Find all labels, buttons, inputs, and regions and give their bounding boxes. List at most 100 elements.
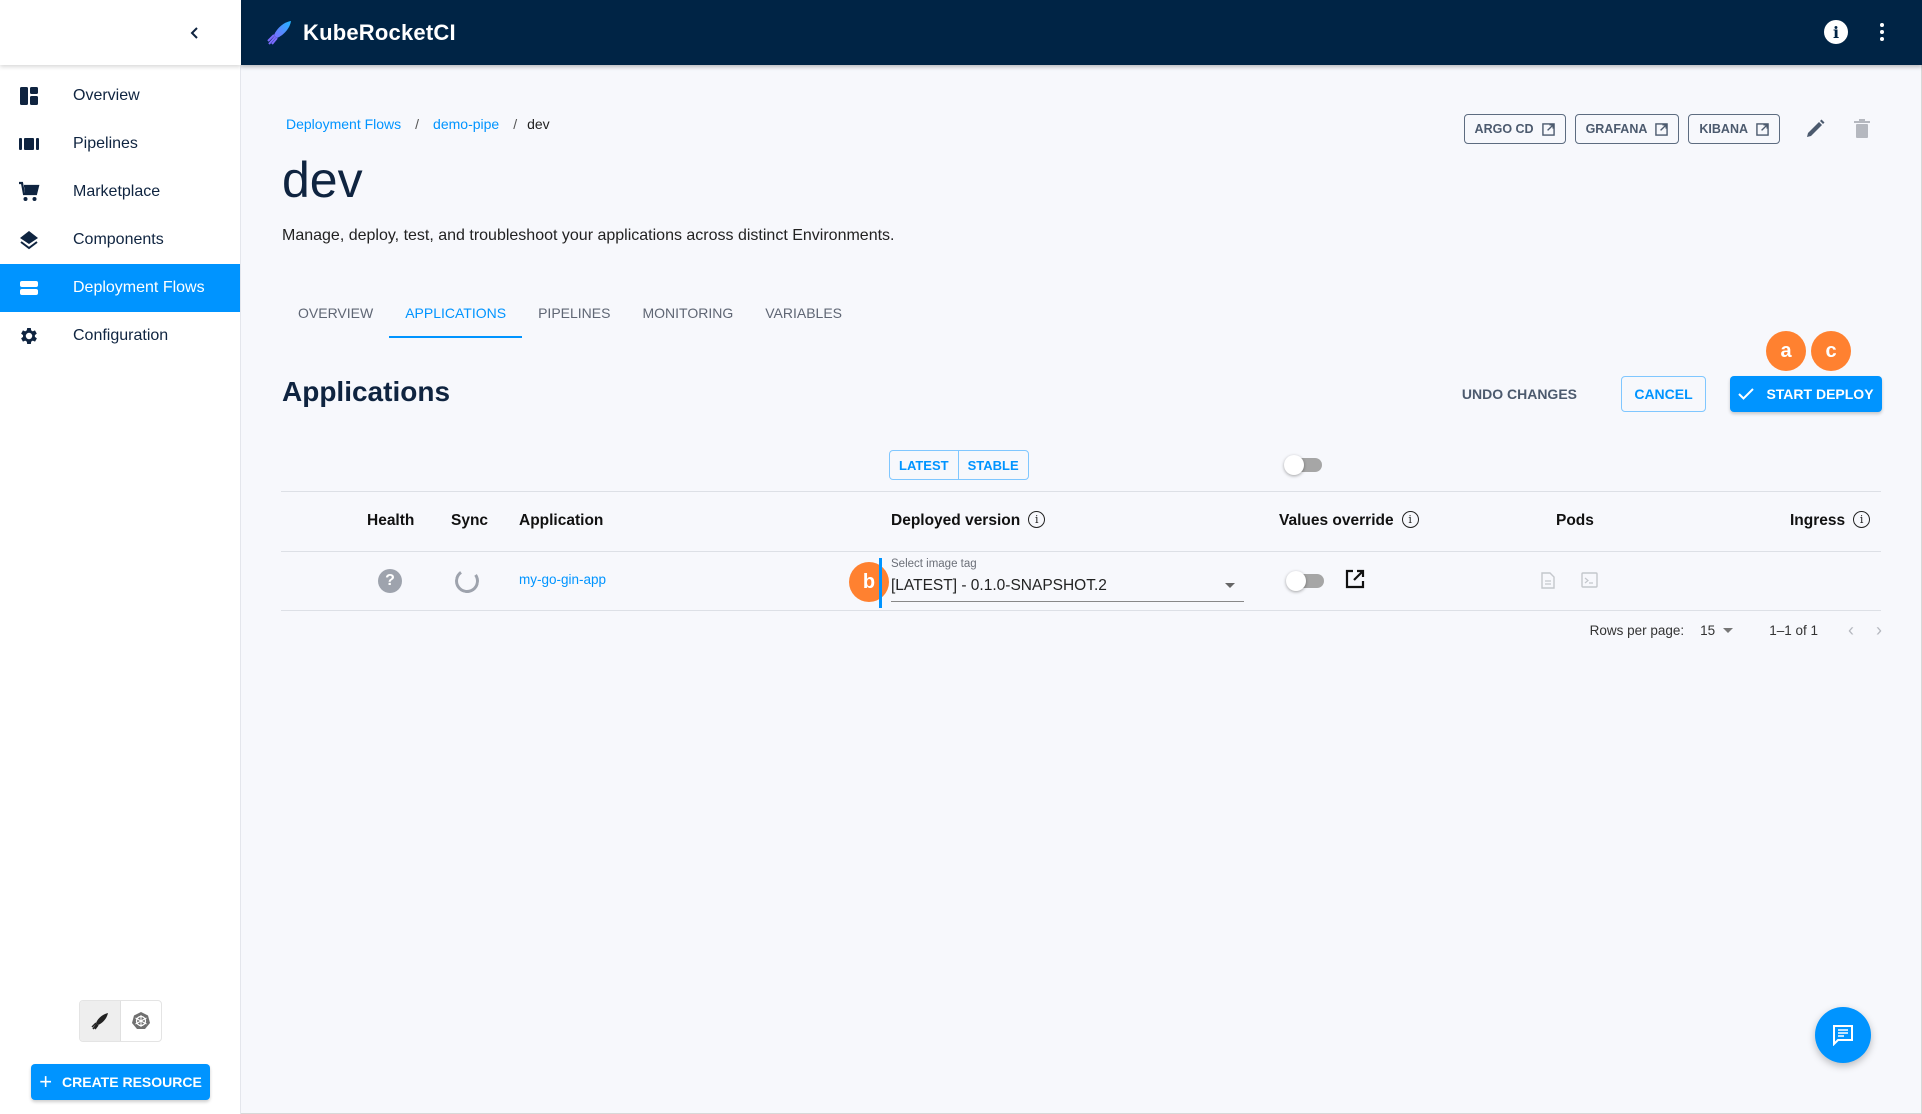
applications-heading: Applications [282, 376, 451, 407]
pod-logs-cell [1541, 572, 1555, 589]
image-tag-select[interactable]: Select image tag [LATEST] - 0.1.0-SNAPSH… [879, 558, 1256, 608]
sidebar-item-label: Deployment Flows [73, 279, 205, 296]
collapse-sidebar-button[interactable] [183, 21, 207, 45]
annotation-marker-c: c [1811, 331, 1851, 371]
application-cell: my-go-gin-app [519, 572, 606, 587]
tab-variables[interactable]: VARIABLES [749, 287, 858, 338]
layers-icon [17, 228, 41, 252]
start-deploy-button[interactable]: START DEPLOY [1730, 376, 1882, 412]
top-app-bar: KubeRocketCI i [241, 0, 1922, 65]
column-application[interactable]: Application [519, 512, 603, 530]
krci-mode-button[interactable] [80, 1001, 121, 1041]
breadcrumb-current: dev [527, 116, 550, 132]
brand[interactable]: KubeRocketCI [265, 19, 456, 47]
platform-toggle [79, 1000, 162, 1042]
feedback-chat-button[interactable] [1815, 1007, 1871, 1063]
brand-name: KubeRocketCI [303, 19, 456, 45]
latest-version-button[interactable]: LATEST [890, 451, 958, 479]
krci-logo-icon [267, 20, 291, 45]
more-menu-icon[interactable] [1870, 20, 1894, 44]
external-link-icon [1655, 122, 1669, 136]
column-application-label: Application [519, 512, 604, 529]
next-page-button[interactable]: › [1876, 620, 1882, 641]
kibana-link-button[interactable]: KIBANA [1688, 114, 1780, 144]
column-sync[interactable]: Sync [451, 512, 488, 530]
chevron-left-icon [190, 26, 198, 39]
select-underline [891, 601, 1244, 602]
plus-icon: + [39, 1069, 53, 1094]
applications-table: Health Sync Application Deployed version… [281, 491, 1881, 611]
previous-page-button[interactable]: ‹ [1848, 620, 1854, 641]
application-link[interactable]: my-go-gin-app [519, 572, 606, 587]
deployment-flows-icon [17, 276, 41, 300]
undo-changes-button[interactable]: UNDO CHANGES [1448, 376, 1591, 412]
column-ingress-label: Ingress [1790, 512, 1846, 529]
global-values-override-switch[interactable] [1284, 455, 1322, 475]
info-icon[interactable]: i [1401, 510, 1419, 528]
values-override-switch[interactable] [1286, 571, 1324, 591]
column-values-override-label: Values override [1279, 512, 1394, 529]
select-focus-indicator [879, 558, 882, 608]
argocd-link-button[interactable]: ARGO CD [1463, 114, 1566, 144]
tab-applications[interactable]: APPLICATIONS [389, 287, 522, 338]
open-in-new-icon[interactable] [1345, 569, 1365, 589]
page-title: dev [282, 152, 363, 208]
table-row: ? my-go-gin-app b Select image tag [LATE… [281, 552, 1881, 611]
sync-progress-icon [453, 567, 481, 595]
dropdown-arrow-icon [1225, 583, 1235, 588]
sidebar-item-components[interactable]: Components [0, 216, 240, 264]
image-tag-select-value: [LATEST] - 0.1.0-SNAPSHOT.2 [891, 577, 1107, 594]
terminal-icon[interactable] [1581, 572, 1598, 588]
health-cell: ? [378, 569, 402, 593]
sidebar: Overview Pipelines Marketplace Component… [0, 0, 241, 1114]
sidebar-nav: Overview Pipelines Marketplace Component… [0, 72, 240, 360]
logs-icon[interactable] [1541, 572, 1555, 589]
version-type-toggle: LATEST STABLE [889, 450, 1029, 480]
breadcrumb-demo-pipe[interactable]: demo-pipe [433, 116, 499, 132]
kibana-label: KIBANA [1699, 122, 1748, 136]
external-links: ARGO CD GRAFANA KIBANA [1463, 111, 1880, 147]
dashboard-icon [17, 84, 41, 108]
delete-button[interactable] [1844, 111, 1880, 147]
table-header: Health Sync Application Deployed version… [281, 491, 1881, 552]
kubernetes-icon [132, 1012, 150, 1029]
cart-icon [17, 180, 41, 204]
sidebar-item-pipelines[interactable]: Pipelines [0, 120, 240, 168]
page-range: 1–1 of 1 [1769, 623, 1818, 638]
stable-version-button[interactable]: STABLE [957, 451, 1028, 479]
tab-monitoring[interactable]: MONITORING [626, 287, 749, 338]
breadcrumb-separator: / [513, 116, 518, 132]
sidebar-item-label: Marketplace [73, 183, 161, 200]
info-icon[interactable]: i [1028, 510, 1046, 528]
info-icon[interactable]: i [1824, 20, 1848, 44]
sidebar-item-marketplace[interactable]: Marketplace [0, 168, 240, 216]
column-health[interactable]: Health [367, 512, 414, 530]
topbar-actions: i [1824, 20, 1894, 44]
start-deploy-label: START DEPLOY [1766, 386, 1874, 402]
tab-overview[interactable]: OVERVIEW [282, 287, 389, 338]
breadcrumb-separator: / [415, 116, 420, 132]
sidebar-item-deployment-flows[interactable]: Deployment Flows [0, 264, 240, 312]
kubernetes-mode-button[interactable] [121, 1001, 161, 1041]
grafana-link-button[interactable]: GRAFANA [1574, 114, 1680, 144]
edit-button[interactable] [1797, 111, 1833, 147]
column-deployed-version-label: Deployed version [891, 512, 1021, 529]
sync-cell [453, 567, 481, 595]
column-deployed-version: Deployed version i [891, 510, 1046, 530]
sidebar-item-configuration[interactable]: Configuration [0, 312, 240, 360]
breadcrumb-deployment-flows[interactable]: Deployment Flows [286, 116, 401, 132]
column-ingress: Ingress i [1790, 510, 1871, 530]
pipelines-icon [17, 132, 41, 156]
sidebar-item-label: Configuration [73, 327, 169, 344]
tab-pipelines[interactable]: PIPELINES [522, 287, 626, 338]
annotation-marker-a: a [1766, 331, 1806, 371]
gear-icon [17, 324, 41, 348]
info-icon[interactable]: i [1853, 510, 1871, 528]
trash-icon [1854, 119, 1870, 138]
rocket-icon [91, 1013, 108, 1030]
sidebar-item-overview[interactable]: Overview [0, 72, 240, 120]
sidebar-header [0, 0, 241, 65]
rows-per-page-select[interactable]: 15 [1700, 623, 1734, 638]
create-resource-button[interactable]: + CREATE RESOURCE [31, 1064, 210, 1100]
cancel-button[interactable]: CANCEL [1621, 376, 1706, 412]
